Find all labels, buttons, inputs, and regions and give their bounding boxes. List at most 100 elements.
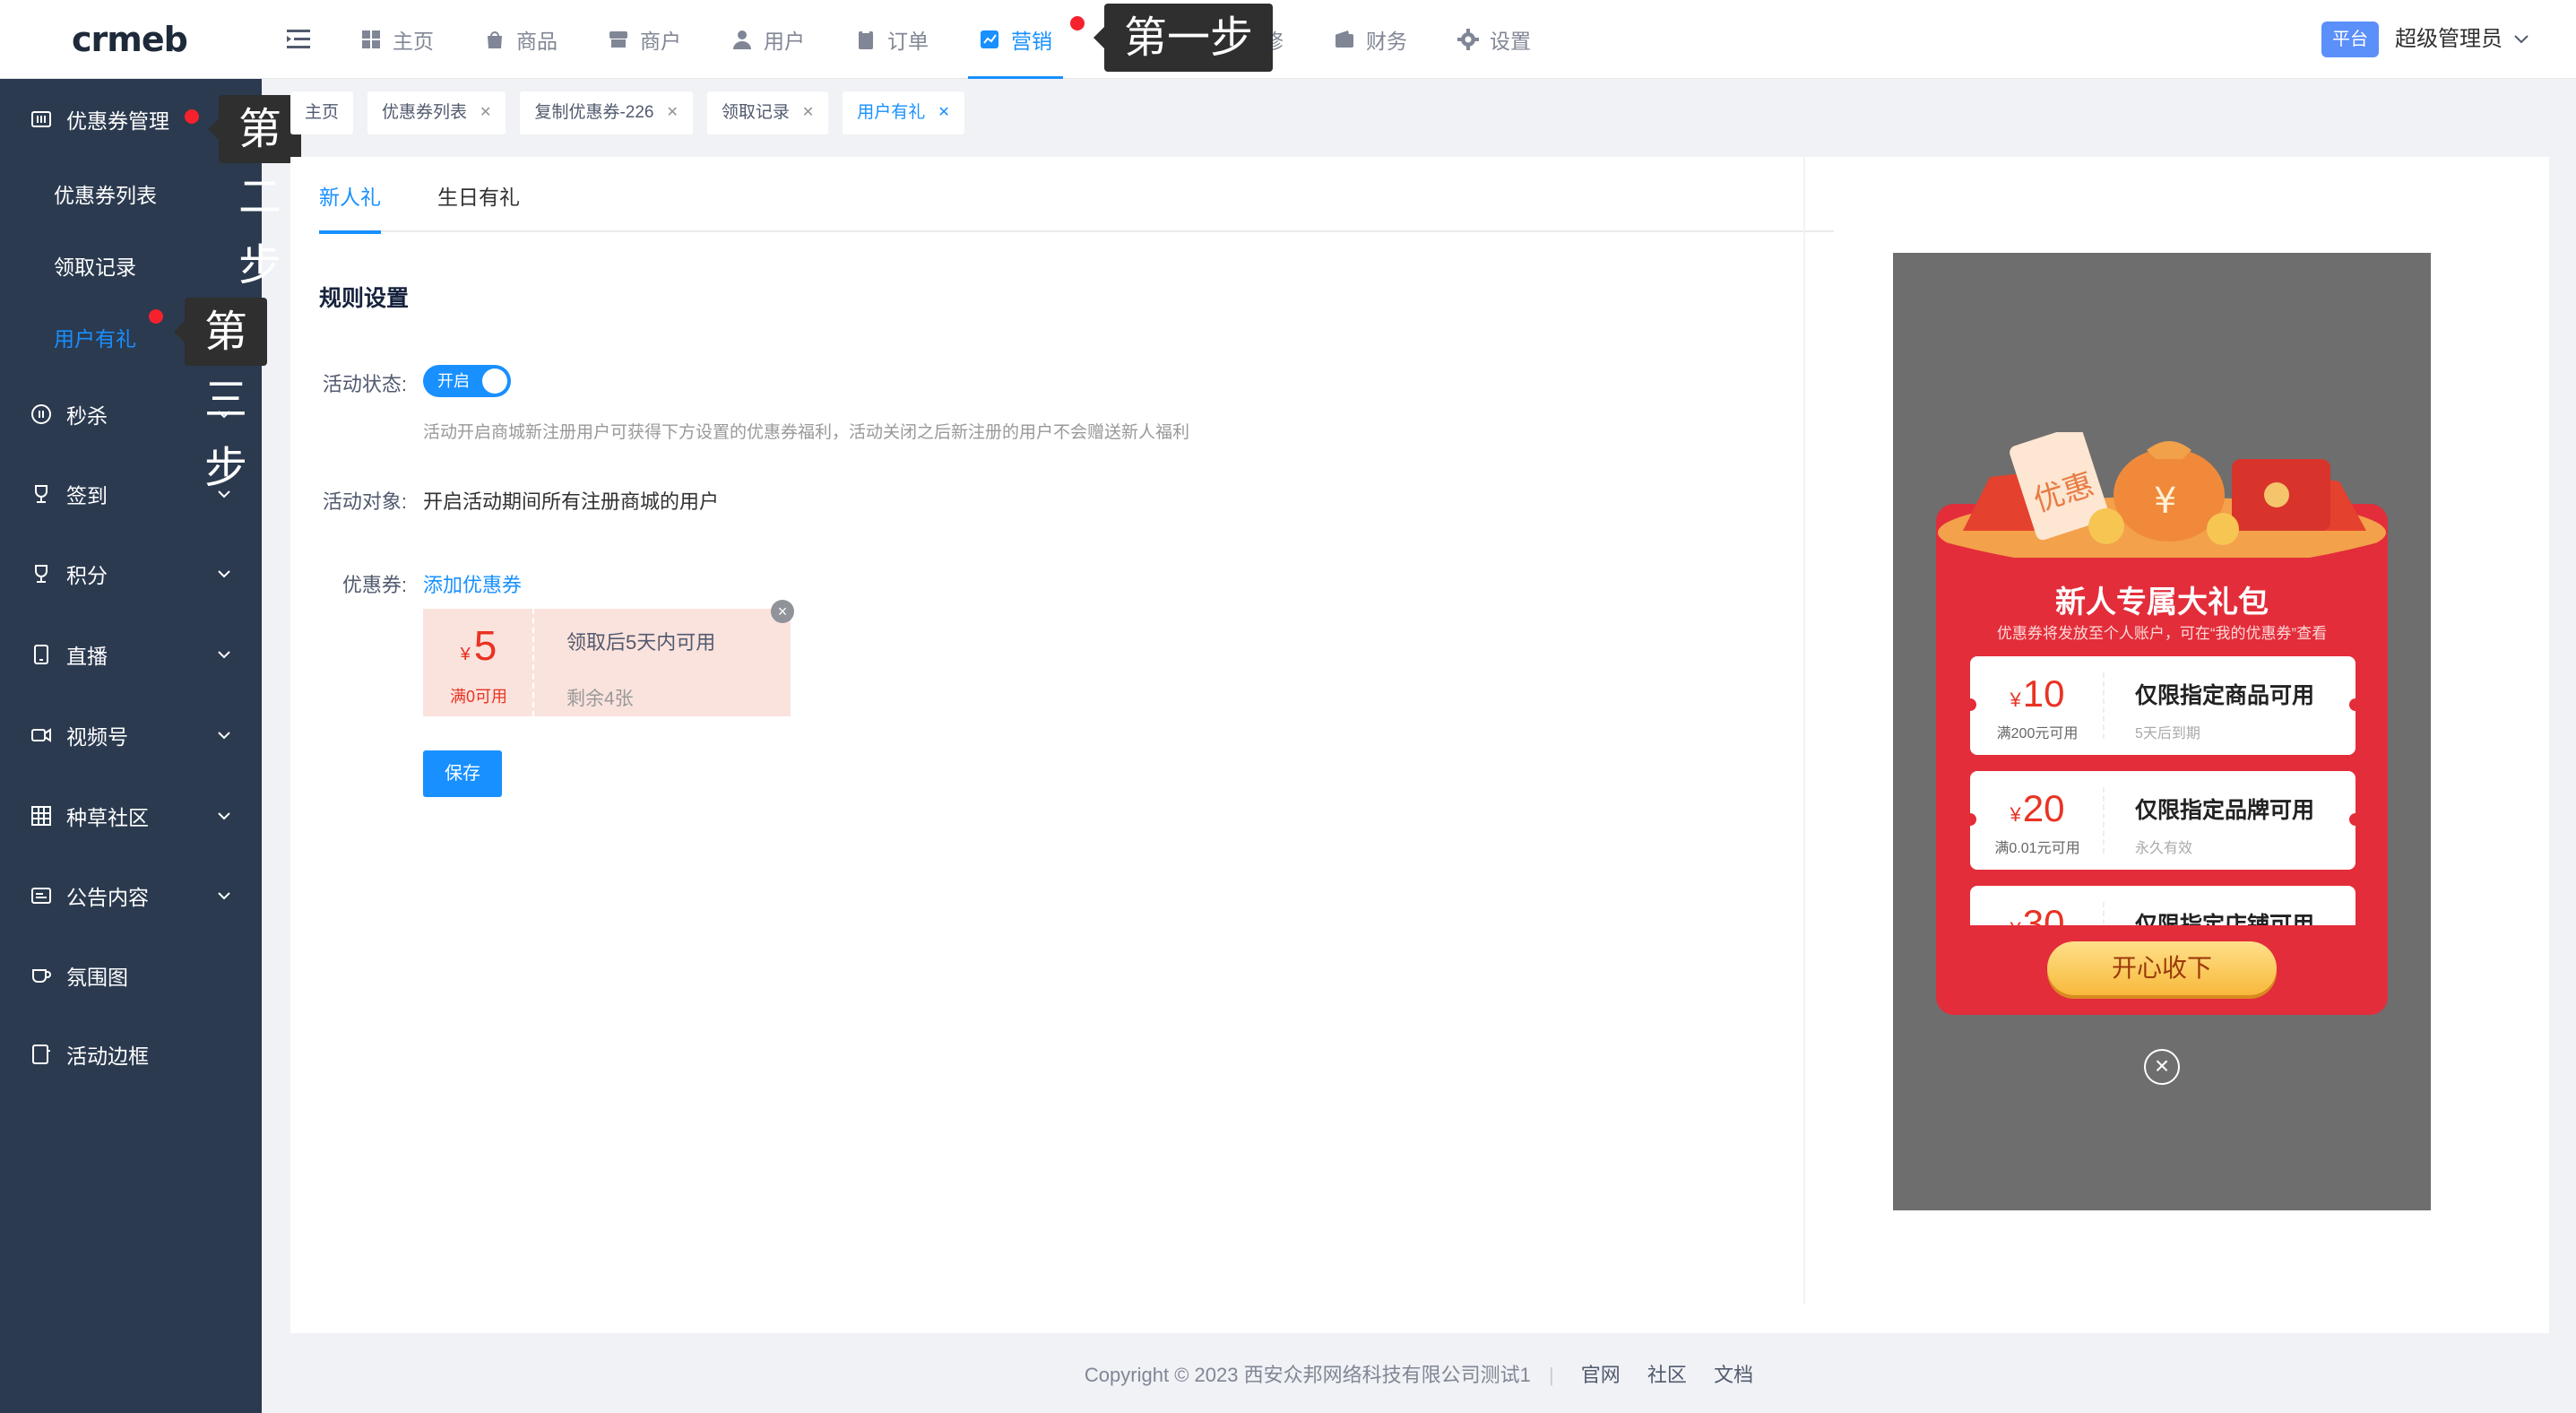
sidebar-group-label: 秒杀: [66, 404, 108, 428]
gear-icon: [1457, 29, 1479, 50]
preview-coupon-amount: ¥20: [2010, 787, 2065, 829]
trophy-icon: [35, 565, 48, 583]
nav-item-merchants[interactable]: 商户: [608, 0, 681, 79]
nav-item-products[interactable]: 商品: [484, 0, 558, 79]
step2-marker-dot: [185, 109, 199, 124]
sidebar-group-label: 直播: [66, 645, 108, 668]
sidebar-item-claim-records[interactable]: 领取记录: [0, 240, 262, 294]
nav-item-finance[interactable]: 财务: [1334, 0, 1407, 79]
sidebar-group-flash-sale[interactable]: 秒杀: [0, 387, 262, 441]
gift-bag-illustration: 优惠 ¥: [1936, 432, 2388, 558]
menu-toggle-icon[interactable]: [285, 27, 312, 52]
nav-item-home[interactable]: 主页: [360, 0, 434, 79]
tag-copy-coupon[interactable]: 复制优惠券-226 ✕: [520, 91, 693, 134]
close-icon[interactable]: ✕: [480, 91, 491, 134]
nav-item-marketing[interactable]: 营销: [968, 0, 1063, 79]
notice-icon: [31, 888, 51, 904]
chevron-down-icon: [218, 732, 230, 740]
preview-coupon: ¥10 满200元可用 仅限指定商品可用 5天后到期: [1964, 656, 2362, 755]
platform-badge: 平台: [2321, 22, 2379, 57]
nav-item-users[interactable]: 用户: [731, 0, 805, 79]
sidebar-group-community[interactable]: 种草社区: [0, 789, 262, 843]
top-nav: 主页 商品 商户 用户 订单 营销 装修 财务: [360, 0, 1581, 79]
grid-icon: [31, 806, 51, 826]
tab-new-user-gift[interactable]: 新人礼: [319, 180, 381, 234]
preview-panel: 优惠 ¥ 新人专属大礼包 优惠券将发放至个人账户，可在“我的优惠券”查看 ¥10…: [1893, 253, 2431, 1210]
close-icon[interactable]: ✕: [938, 91, 949, 134]
sidebar-group-checkin[interactable]: 签到: [0, 467, 262, 521]
cup-icon: [32, 969, 51, 983]
close-icon[interactable]: ×: [2144, 1049, 2180, 1085]
chevron-down-icon: [218, 892, 230, 900]
nav-label: 营销: [1011, 30, 1052, 53]
coupon-card: ¥5 满0可用 领取后5天内可用 剩余4张: [423, 609, 791, 716]
logo[interactable]: crmeb: [72, 18, 188, 61]
chevron-down-icon: [218, 570, 230, 578]
coupon-condition: 满0可用: [449, 688, 507, 706]
tag-home[interactable]: 主页: [290, 91, 354, 134]
add-coupon-link[interactable]: 添加优惠券: [423, 569, 522, 598]
sidebar-item-label: 活动边框: [66, 1045, 149, 1068]
sidebar-item-activity-frame[interactable]: 活动边框: [0, 1027, 262, 1081]
step1-tooltip: 第一步: [1093, 4, 1274, 72]
step2-tooltip: 第二步: [207, 95, 302, 290]
footer-link-docs[interactable]: 文档: [1714, 1364, 1753, 1386]
frame-icon: [32, 1045, 50, 1064]
coupon-amount: ¥5: [460, 622, 497, 669]
tag-claim-records[interactable]: 领取记录 ✕: [706, 91, 829, 134]
sidebar-group-label: 公告内容: [66, 886, 149, 909]
target-label: 活动对象:: [322, 490, 407, 513]
tag-coupon-list[interactable]: 优惠券列表 ✕: [367, 91, 506, 134]
close-icon[interactable]: ✕: [802, 91, 814, 134]
user-menu[interactable]: 超级管理员: [2395, 22, 2529, 57]
chevron-down-icon: [2514, 35, 2528, 44]
step3-marker-dot: [149, 309, 163, 324]
preview-coupon-expiry: 5天后到期: [2135, 726, 2200, 741]
tabs: 新人礼 生日有礼: [319, 157, 1834, 234]
coupon-icon: [31, 111, 51, 127]
save-button[interactable]: 保存: [423, 750, 502, 797]
coupon-validity: 领取后5天内可用: [566, 631, 716, 654]
sidebar-group-points[interactable]: 积分: [0, 547, 262, 601]
preview-coupon-name: 仅限指定店铺可用: [2135, 913, 2315, 925]
sidebar-item-coupon-list[interactable]: 优惠券列表: [0, 169, 262, 222]
sidebar: 优惠券管理 第二步 优惠券列表 领取记录 用户有礼 第三步 秒杀 签到 积分 直…: [0, 79, 302, 1413]
svg-text:¥: ¥: [2154, 481, 2176, 522]
trophy-icon: [35, 485, 48, 503]
tag-user-gifts[interactable]: 用户有礼 ✕: [843, 91, 964, 134]
section-title: 规则设置: [319, 286, 410, 311]
sidebar-group-live[interactable]: 直播: [0, 628, 262, 681]
store-icon: [609, 31, 627, 48]
tab-birthday-gift[interactable]: 生日有礼: [437, 180, 520, 232]
sidebar-group-announcements[interactable]: 公告内容: [0, 869, 262, 923]
video-icon: [31, 728, 51, 742]
clock-icon: [31, 404, 51, 424]
step1-marker-dot: [1070, 16, 1085, 30]
nav-item-orders[interactable]: 订单: [855, 0, 929, 79]
sidebar-group-video[interactable]: 视频号: [0, 708, 262, 762]
preview-coupon-expiry: 永久有效: [2135, 841, 2193, 856]
nav-item-settings[interactable]: 设置: [1457, 0, 1531, 79]
sidebar-item-atmosphere[interactable]: 氛围图: [0, 949, 262, 1002]
sidebar-group-label: 视频号: [66, 725, 128, 749]
preview-coupon-separator: [2103, 902, 2105, 925]
nav-label: 商品: [516, 30, 558, 53]
accept-button[interactable]: 开心收下: [2047, 941, 2277, 995]
grid-icon: [362, 30, 380, 48]
preview-coupon: ¥30 仅限指定店铺可用: [1970, 886, 2356, 925]
bag-icon: [488, 31, 502, 48]
footer-link-community[interactable]: 社区: [1647, 1364, 1687, 1386]
remove-coupon-icon[interactable]: ×: [771, 600, 794, 623]
nav-label: 主页: [393, 30, 434, 53]
gift-pack: 优惠 ¥ 新人专属大礼包 优惠券将发放至个人账户，可在“我的优惠券”查看 ¥10…: [1936, 432, 2388, 1015]
preview-coupon-separator: [2103, 787, 2105, 854]
sidebar-item-label: 氛围图: [66, 966, 128, 989]
footer-link-official[interactable]: 官网: [1581, 1364, 1621, 1386]
gift-title: 新人专属大礼包: [2055, 585, 2269, 620]
preview-coupon-condition: 满200元可用: [1996, 726, 2079, 741]
nav-label: 用户: [764, 30, 805, 53]
footer: Copyright © 2023 西安众邦网络科技有限公司测试1 | 官网 社区…: [262, 1359, 2576, 1388]
chevron-down-icon: [218, 812, 230, 820]
status-switch[interactable]: 开启: [423, 365, 511, 397]
close-icon[interactable]: ✕: [666, 91, 678, 134]
